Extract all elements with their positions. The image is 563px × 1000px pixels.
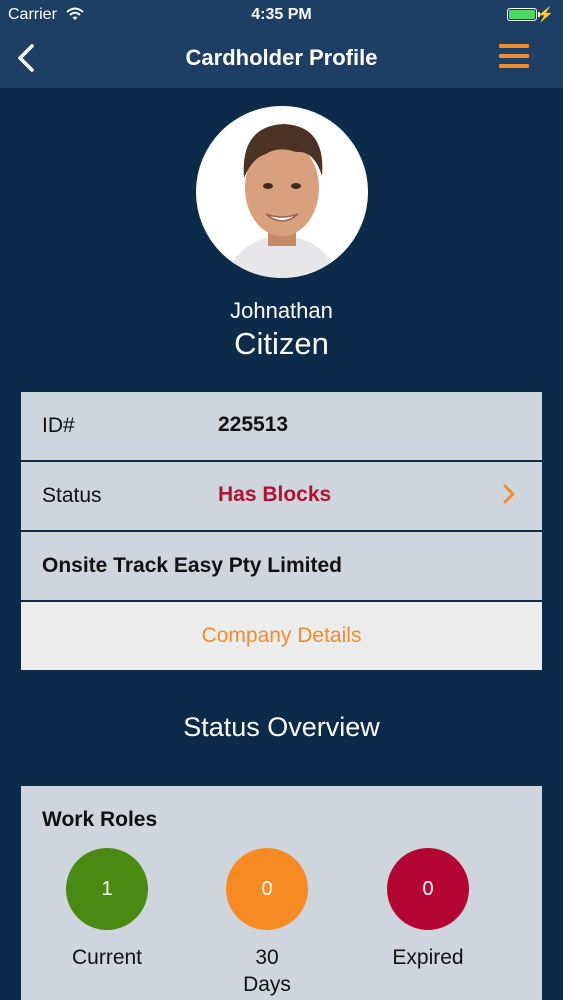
status-overview-title: Status Overview — [183, 712, 380, 742]
expired-label: Expired — [392, 946, 464, 969]
company-details-button[interactable]: Company Details — [21, 602, 542, 670]
work-roles-card: Work Roles 1 Current 0 30 Days 0 Expired — [21, 786, 542, 1000]
last-name: Citizen — [234, 326, 329, 361]
nav-bar: Cardholder Profile — [0, 30, 563, 88]
work-roles-title: Work Roles — [42, 808, 158, 831]
company-name: Onsite Track Easy Pty Limited — [42, 554, 342, 577]
status-value: Has Blocks — [218, 483, 332, 506]
role-expired[interactable]: 0 Expired — [368, 848, 488, 971]
id-value: 225513 — [218, 413, 289, 436]
id-row: ID# 225513 — [21, 392, 542, 462]
status-bar: Carrier 4:35 PM ⚡ — [0, 0, 563, 30]
status-label: Status — [42, 484, 102, 507]
clock: 4:35 PM — [251, 6, 312, 23]
avatar — [196, 106, 368, 278]
company-row: Onsite Track Easy Pty Limited — [21, 532, 542, 602]
charging-icon: ⚡ — [536, 6, 554, 22]
hamburger-menu-icon — [499, 44, 529, 48]
status-row[interactable]: Status Has Blocks — [21, 462, 542, 532]
role-current[interactable]: 1 Current — [47, 848, 167, 971]
id-label: ID# — [42, 414, 75, 437]
expired-count-badge: 0 — [387, 848, 469, 930]
page-title: Cardholder Profile — [185, 45, 378, 70]
cardholder-info-card: ID# 225513 Status Has Blocks Onsite Trac… — [21, 392, 542, 670]
profile-photo — [196, 106, 368, 278]
battery-icon — [507, 8, 540, 21]
menu-button[interactable] — [499, 44, 529, 72]
thirty-days-count-badge: 0 — [226, 848, 308, 930]
first-name: Johnathan — [230, 298, 333, 323]
thirty-days-label: 30 Days — [243, 946, 291, 996]
current-label: Current — [71, 946, 143, 969]
chevron-right-icon — [503, 484, 515, 504]
current-count-badge: 1 — [66, 848, 148, 930]
role-30-days[interactable]: 0 30 Days — [207, 848, 327, 998]
